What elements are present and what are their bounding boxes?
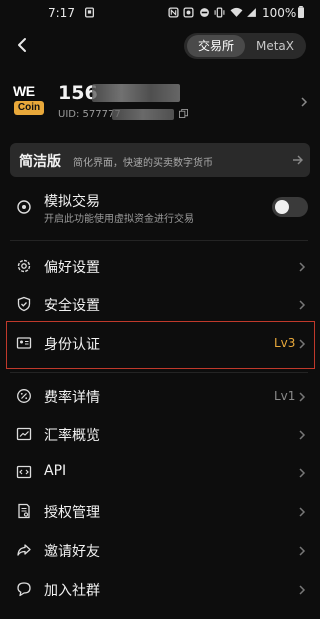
menu-item-label: 加入社群: [44, 583, 100, 599]
menu-item-label: 汇率概览: [44, 428, 100, 444]
menu-item-rates[interactable]: 汇率概览: [0, 418, 318, 452]
notification-icon: [84, 7, 95, 18]
chevron-right-icon: [301, 97, 308, 107]
battery-percent: 100%: [262, 6, 297, 20]
menu-item-api[interactable]: API: [0, 456, 318, 490]
signal-icon: [247, 8, 256, 17]
menu-item-identity[interactable]: 身份认证 Lv3: [0, 327, 318, 361]
demo-trading-row: 模拟交易 开启此功能使用虚拟资金进行交易: [0, 188, 318, 228]
demo-trading-label: 模拟交易: [44, 194, 100, 210]
segment-metax[interactable]: MetaX: [247, 35, 303, 57]
chevron-right-icon: [299, 546, 306, 556]
chevron-right-icon: [299, 300, 306, 310]
vibrate-icon: [214, 7, 225, 18]
code-icon: [16, 465, 32, 479]
target-icon: [17, 200, 31, 214]
menu-item-preferences[interactable]: 偏好设置: [0, 250, 318, 284]
toggle-knob: [275, 200, 289, 214]
trend-chart-icon: [16, 427, 32, 441]
divider: [10, 372, 308, 373]
level-badge: Lv3: [274, 336, 296, 350]
menu-item-community[interactable]: 加入社群: [0, 573, 318, 607]
menu-item-label: 授权管理: [44, 505, 100, 521]
app-icon: [183, 7, 194, 18]
status-time: 7:17: [48, 6, 75, 20]
menu-item-label: 偏好设置: [44, 260, 100, 276]
id-card-icon: [16, 337, 32, 349]
copy-icon[interactable]: [179, 109, 188, 118]
chevron-right-icon: [299, 430, 306, 440]
menu-item-label: 安全设置: [44, 298, 100, 314]
battery-icon: [298, 6, 304, 18]
demo-trading-toggle[interactable]: [272, 197, 308, 217]
menu-item-label: 费率详情: [44, 390, 100, 406]
simple-mode-title: 简洁版: [19, 154, 61, 170]
wecoin-logo: WE Coin: [12, 81, 46, 119]
arrow-right-icon: [293, 155, 303, 165]
menu-item-label: 邀请好友: [44, 544, 100, 560]
wifi-icon: [230, 7, 243, 17]
menu-item-fees[interactable]: 费率详情 Lv1: [0, 380, 318, 414]
authorization-doc-icon: [18, 503, 30, 519]
gear-icon: [17, 259, 31, 273]
nfc-icon: [168, 7, 179, 18]
chat-bubble-icon: [17, 582, 31, 597]
chevron-right-icon: [299, 507, 306, 517]
segment-exchange[interactable]: 交易所: [187, 35, 245, 57]
divider: [10, 240, 308, 241]
username-blurred: [92, 84, 180, 102]
percent-icon: [17, 389, 31, 403]
simple-mode-subtitle: 简化界面，快速的买卖数字货币: [73, 158, 213, 169]
status-bar: 7:17 100%: [0, 0, 318, 28]
menu-item-label: 身份认证: [44, 337, 100, 353]
menu-item-security[interactable]: 安全设置: [0, 288, 318, 322]
chevron-left-icon[interactable]: [14, 36, 32, 54]
share-arrow-icon: [17, 544, 31, 556]
menu-item-label: API: [44, 463, 67, 479]
chevron-right-icon: [299, 262, 306, 272]
simple-mode-card[interactable]: 简洁版 简化界面，快速的买卖数字货币: [10, 143, 310, 177]
chevron-right-icon: [299, 339, 306, 349]
menu-item-authorization[interactable]: 授权管理: [0, 495, 318, 529]
shield-icon: [17, 296, 31, 312]
demo-trading-sub: 开启此功能使用虚拟资金进行交易: [44, 214, 194, 225]
level-badge: Lv1: [274, 389, 296, 403]
chevron-right-icon: [299, 585, 306, 595]
dnd-icon: [200, 8, 209, 17]
chevron-right-icon: [299, 468, 306, 478]
mode-segment-control: 交易所 MetaX: [184, 33, 306, 59]
uid-blurred: [112, 109, 174, 120]
menu-item-invite[interactable]: 邀请好友: [0, 534, 318, 568]
chevron-right-icon: [299, 392, 306, 402]
